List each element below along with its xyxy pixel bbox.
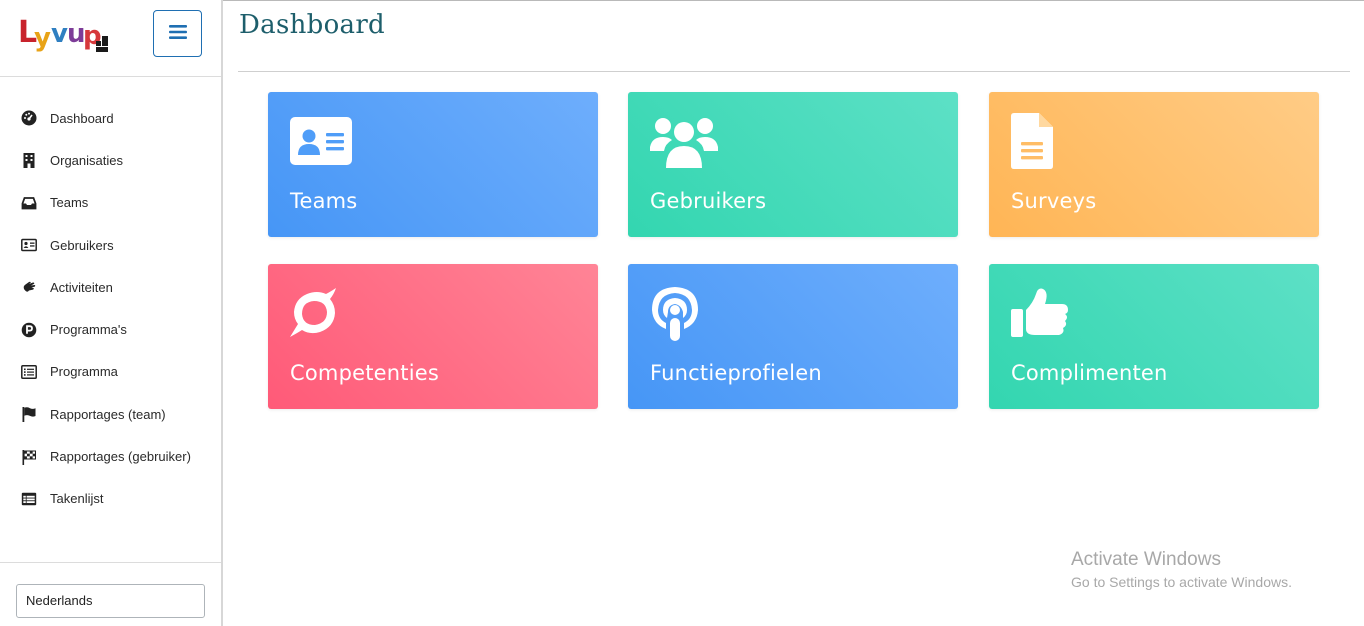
svg-text:v: v (51, 19, 68, 49)
tile-label: Gebruikers (650, 189, 767, 213)
sidebar-item-label: Activiteiten (50, 279, 113, 295)
sidebar-item-label: Teams (50, 195, 89, 211)
sidebar-footer: Nederlands (0, 562, 221, 626)
bars-icon (168, 24, 187, 43)
sidebar-item-label: Programma (50, 364, 118, 380)
sidebar-item-rapportages-gebruiker[interactable]: Rapportages (gebruiker) (0, 435, 221, 477)
tile-functieprofielen[interactable]: Functieprofielen (628, 264, 958, 409)
file-text-icon (1011, 113, 1053, 169)
tile-label: Competenties (290, 361, 440, 385)
sidebar-item-takenlijst[interactable]: Takenlijst (0, 478, 221, 520)
users-icon (650, 114, 718, 168)
sidebar-item-label: Organisaties (50, 152, 123, 168)
menu-toggle-button[interactable] (153, 10, 202, 57)
hand-icon (20, 278, 38, 296)
watermark-subtitle: Go to Settings to activate Windows. (1071, 574, 1292, 590)
sidebar-item-label: Programma's (50, 322, 127, 338)
divider (238, 71, 1350, 72)
podcast-icon (650, 286, 700, 341)
svg-text:u: u (67, 19, 84, 49)
building-icon (20, 151, 38, 169)
sidebar-item-programmas[interactable]: Programma's (0, 308, 221, 350)
parking-circle-icon (20, 321, 38, 339)
sidebar-item-label: Rapportages (team) (50, 406, 166, 422)
page-title: Dashboard (239, 10, 386, 40)
tile-label: Surveys (1011, 189, 1097, 213)
tile-label: Functieprofielen (650, 361, 822, 385)
tachometer-icon (20, 109, 38, 127)
thumbs-up-icon (1011, 286, 1069, 340)
sidebar-item-dashboard[interactable]: Dashboard (0, 97, 221, 139)
id-card-icon (20, 236, 38, 254)
sidebar-item-organisaties[interactable]: Organisaties (0, 139, 221, 181)
tile-teams[interactable]: Teams (268, 92, 598, 237)
sidebar-item-rapportages-team[interactable]: Rapportages (team) (0, 393, 221, 435)
list-alt-icon (20, 363, 38, 381)
lyvup-logo[interactable]: L y v u p (18, 12, 112, 56)
tile-label: Teams (290, 189, 358, 213)
tile-surveys[interactable]: Surveys (989, 92, 1319, 237)
sidebar-item-label: Takenlijst (50, 491, 104, 507)
windows-activation-watermark: Activate Windows Go to Settings to activ… (1071, 549, 1292, 590)
sidebar-item-label: Rapportages (gebruiker) (50, 449, 191, 465)
address-card-icon (290, 114, 352, 168)
watermark-title: Activate Windows (1071, 549, 1221, 570)
language-select[interactable]: Nederlands (16, 584, 205, 618)
tile-competenties[interactable]: Competenties (268, 264, 598, 409)
sidebar-nav: Dashboard Organisaties Teams Gebruikers … (0, 97, 221, 520)
sidebar-item-programma[interactable]: Programma (0, 351, 221, 393)
tile-gebruikers[interactable]: Gebruikers (628, 92, 958, 237)
table-list-icon (20, 490, 38, 508)
svg-text:y: y (34, 23, 51, 53)
meteor-icon (290, 286, 338, 340)
sidebar-item-label: Gebruikers (50, 237, 114, 253)
sidebar-item-gebruikers[interactable]: Gebruikers (0, 224, 221, 266)
sidebar: L y v u p Dashboard Organisaties Teams G… (0, 0, 223, 626)
sidebar-item-teams[interactable]: Teams (0, 182, 221, 224)
tile-complimenten[interactable]: Complimenten (989, 264, 1319, 409)
sidebar-item-activiteiten[interactable]: Activiteiten (0, 266, 221, 308)
sidebar-item-label: Dashboard (50, 110, 114, 126)
sidebar-header: L y v u p (0, 0, 221, 77)
checkered-flag-icon (20, 448, 38, 466)
flag-icon (20, 405, 38, 423)
svg-text:p: p (83, 21, 101, 51)
tile-label: Complimenten (1011, 361, 1168, 385)
inbox-icon (20, 194, 38, 212)
main-content: Dashboard Teams Gebruikers Surveys Compe… (225, 0, 1364, 626)
